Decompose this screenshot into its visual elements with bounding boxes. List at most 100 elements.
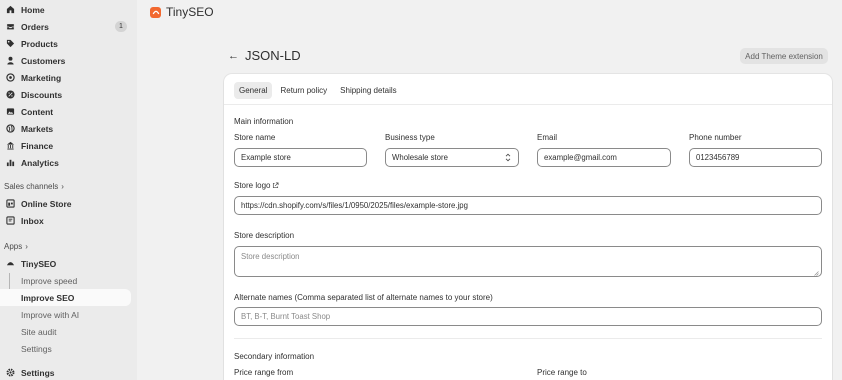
external-link-icon[interactable] xyxy=(272,182,279,189)
alternate-names-input[interactable]: BT, B-T, Burnt Toast Shop xyxy=(234,307,822,326)
inbox-icon xyxy=(6,22,15,31)
sidebar-item-label: Marketing xyxy=(21,72,62,83)
phone-number-input[interactable]: 0123456789 xyxy=(689,148,822,167)
sales-channels-label: Sales channels xyxy=(4,182,59,191)
sidebar-subitem-settings[interactable]: Settings xyxy=(0,340,131,357)
store-logo-label: Store logo xyxy=(234,181,279,190)
page-title: JSON-LD xyxy=(245,48,301,63)
phone-number-label: Phone number xyxy=(689,133,742,142)
sidebar-item-content[interactable]: Content xyxy=(0,103,131,120)
store-description-placeholder: Store description xyxy=(241,252,300,261)
subitem-label: Improve SEO xyxy=(21,292,75,303)
tinyseo-app-icon xyxy=(6,259,15,268)
sidebar-item-customers[interactable]: Customers xyxy=(0,52,131,69)
sidebar-item-online-store[interactable]: Online Store xyxy=(0,195,131,212)
person-icon xyxy=(6,56,15,65)
tabs-divider xyxy=(224,104,832,105)
apps-header[interactable]: Apps › xyxy=(4,242,28,251)
sidebar-item-label: Products xyxy=(21,38,58,49)
sidebar-item-settings[interactable]: Settings xyxy=(0,364,131,380)
image-icon xyxy=(6,107,15,116)
sidebar-item-analytics[interactable]: Analytics xyxy=(0,154,131,171)
add-theme-extension-button[interactable]: Add Theme extension xyxy=(740,48,828,64)
sidebar-item-products[interactable]: Products xyxy=(0,35,131,52)
email-input[interactable]: example@gmail.com xyxy=(537,148,671,167)
sidebar-item-markets[interactable]: Markets xyxy=(0,120,131,137)
subitem-label: Improve with AI xyxy=(21,309,80,320)
resize-handle-icon[interactable] xyxy=(814,269,819,276)
bank-icon xyxy=(6,141,15,150)
store-logo-value: https://cdn.shopify.com/s/files/1/0950/2… xyxy=(241,201,468,210)
secondary-information-title: Secondary information xyxy=(234,352,315,361)
tinyseo-logo-icon xyxy=(150,6,161,18)
sidebar-item-home[interactable]: Home xyxy=(0,1,131,18)
sidebar-item-discounts[interactable]: Discounts xyxy=(0,86,131,103)
orders-count-badge: 1 xyxy=(115,21,127,32)
price-range-from-label: Price range from xyxy=(234,368,294,377)
section-divider xyxy=(234,338,822,339)
tab-bar: General Return policy Shipping details xyxy=(234,82,402,99)
home-icon xyxy=(6,5,15,14)
chat-icon xyxy=(6,216,15,225)
sidebar-subitem-improve-with-ai[interactable]: Improve with AI xyxy=(0,306,131,323)
sidebar-subitem-improve-speed[interactable]: Improve speed xyxy=(0,272,131,289)
store-name-input[interactable]: Example store xyxy=(234,148,367,167)
target-icon xyxy=(6,73,15,82)
sidebar-subitem-improve-seo[interactable]: Improve SEO xyxy=(0,289,131,306)
chart-bars-icon xyxy=(6,158,15,167)
email-label: Email xyxy=(537,133,558,142)
store-logo-label-text: Store logo xyxy=(234,181,271,190)
app-header: TinySEO xyxy=(150,5,214,19)
sidebar-item-label: Inbox xyxy=(21,215,44,226)
gear-icon xyxy=(6,368,15,377)
store-description-textarea[interactable]: Store description xyxy=(234,246,822,277)
sidebar-item-marketing[interactable]: Marketing xyxy=(0,69,131,86)
price-range-to-label: Price range to xyxy=(537,368,587,377)
sidebar-item-tinyseo[interactable]: TinySEO xyxy=(0,255,131,272)
sales-channels-header[interactable]: Sales channels › xyxy=(4,182,64,191)
sidebar-item-label: Discounts xyxy=(21,89,63,100)
sidebar-item-inbox[interactable]: Inbox xyxy=(0,212,131,229)
alternate-names-label: Alternate names (Comma separated list of… xyxy=(234,293,493,302)
sidebar-item-label: Orders xyxy=(21,21,49,32)
apps-label: Apps xyxy=(4,242,23,251)
sidebar-item-label: Markets xyxy=(21,123,54,134)
sidebar-item-label: Customers xyxy=(21,55,66,66)
store-logo-input[interactable]: https://cdn.shopify.com/s/files/1/0950/2… xyxy=(234,196,822,215)
app-title: TinySEO xyxy=(166,5,214,19)
globe-icon xyxy=(6,124,15,133)
sidebar-subitem-site-audit[interactable]: Site audit xyxy=(0,323,131,340)
store-description-label: Store description xyxy=(234,231,295,240)
subitem-label: Settings xyxy=(21,343,52,354)
chevron-right-icon: › xyxy=(61,182,64,191)
email-value: example@gmail.com xyxy=(544,153,617,162)
chevron-right-icon: › xyxy=(25,242,28,251)
discount-icon xyxy=(6,90,15,99)
phone-value: 0123456789 xyxy=(696,153,740,162)
tag-icon xyxy=(6,39,15,48)
subitem-label: Improve speed xyxy=(21,275,78,286)
store-name-value: Example store xyxy=(241,153,291,162)
sidebar-item-label: Content xyxy=(21,106,54,117)
store-icon xyxy=(6,199,15,208)
sidebar-item-finance[interactable]: Finance xyxy=(0,137,131,154)
sidebar-item-label: Analytics xyxy=(21,157,59,168)
store-name-label: Store name xyxy=(234,133,276,142)
tab-shipping-details[interactable]: Shipping details xyxy=(335,82,401,99)
business-type-label: Business type xyxy=(385,133,435,142)
main-information-title: Main information xyxy=(234,117,294,126)
alternate-names-placeholder: BT, B-T, Burnt Toast Shop xyxy=(241,312,331,321)
sidebar-item-orders[interactable]: Orders 1 xyxy=(0,18,131,35)
business-type-select[interactable]: Wholesale store xyxy=(385,148,519,167)
sidebar-item-label: Settings xyxy=(21,367,55,378)
tab-general[interactable]: General xyxy=(234,82,273,99)
business-type-value: Wholesale store xyxy=(392,153,448,162)
sidebar-item-label: Online Store xyxy=(21,198,72,209)
sidebar-item-label: Home xyxy=(21,4,45,15)
sidebar: Home Orders 1 Products Customers Marketi… xyxy=(0,0,137,380)
tab-return-policy[interactable]: Return policy xyxy=(275,82,332,99)
sidebar-item-label: TinySEO xyxy=(21,258,57,269)
json-ld-card: General Return policy Shipping details M… xyxy=(224,74,832,380)
select-chevron-icon xyxy=(505,153,511,164)
back-arrow-icon[interactable]: ← xyxy=(228,50,239,62)
